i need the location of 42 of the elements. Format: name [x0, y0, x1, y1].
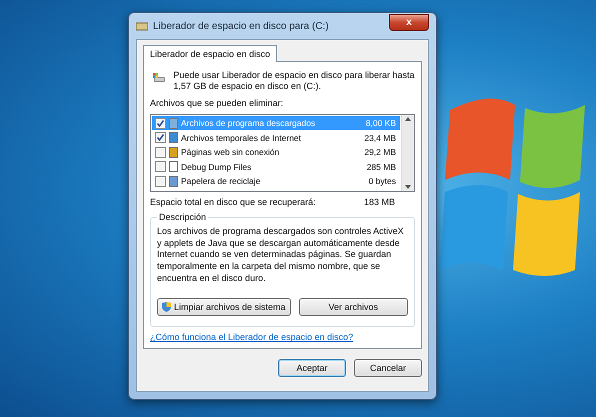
- file-row[interactable]: Páginas web sin conexión 29,2 MB: [152, 144, 400, 160]
- cancel-button[interactable]: Cancelar: [354, 359, 422, 378]
- file-row[interactable]: Debug Dump Files 285 MB: [152, 159, 400, 174]
- file-icon: [169, 132, 178, 143]
- help-link[interactable]: ¿Cómo funciona el Liberador de espacio en disco?: [150, 332, 415, 342]
- shield-icon: [162, 302, 171, 312]
- group-title: Descripción: [157, 212, 208, 222]
- file-icon: [169, 161, 178, 172]
- file-icon: [169, 146, 178, 158]
- total-label: Espacio total en disco que se recuperará:: [150, 196, 316, 208]
- file-icon: [169, 176, 178, 186]
- file-name: Archivos temporales de Internet: [181, 132, 302, 142]
- window-title: Liberador de espacio en disco para (C:): [153, 20, 330, 32]
- files-label: Archivos que se pueden eliminar:: [150, 98, 284, 109]
- checkbox[interactable]: [155, 161, 166, 172]
- intro-text: Puede usar Liberador de espacio en disco para liberar hasta 1,57 GB de espacio en disco en (C:).: [173, 70, 415, 92]
- view-files-button[interactable]: Ver archivos: [298, 298, 408, 316]
- file-size: 285 MB: [366, 162, 396, 172]
- file-size: 29,2 MB: [364, 147, 396, 157]
- file-name: Debug Dump Files: [181, 162, 252, 172]
- file-size: 23,4 MB: [364, 132, 396, 142]
- total-value: 183 MB: [364, 196, 395, 208]
- scrollbar[interactable]: [401, 114, 414, 191]
- file-name: Páginas web sin conexión: [181, 147, 280, 157]
- checkbox[interactable]: [155, 132, 166, 143]
- checkbox[interactable]: [155, 146, 166, 158]
- checkbox[interactable]: [155, 118, 166, 128]
- file-size: 8,00 KB: [366, 118, 396, 128]
- file-row[interactable]: Archivos temporales de Internet 23,4 MB: [152, 130, 400, 145]
- description-text: Los archivos de programa descargados son controles ActiveX y applets de Java que se descargan automáticamente desde Internet cuando se ven determinadas páginas. Se guardan temporalmente en la carpeta del mismo nombre, que se encuentra en el disco duro.: [157, 226, 405, 284]
- tab[interactable]: Liberador de espacio en disco: [143, 45, 278, 62]
- checkbox[interactable]: [155, 176, 166, 186]
- file-row[interactable]: Papelera de reciclaje 0 bytes: [152, 174, 400, 188]
- file-name: Archivos de programa descargados: [181, 118, 316, 128]
- clean-system-files-button[interactable]: Limpiar archivos de sistema: [157, 298, 291, 316]
- file-icon: [169, 118, 178, 128]
- file-name: Papelera de reciclaje: [181, 176, 262, 186]
- scroll-down-icon[interactable]: [405, 184, 411, 189]
- file-size: 0 bytes: [368, 176, 396, 186]
- close-button[interactable]: x: [389, 14, 429, 30]
- scroll-up-icon[interactable]: [405, 116, 411, 121]
- ok-button[interactable]: Aceptar: [278, 359, 346, 378]
